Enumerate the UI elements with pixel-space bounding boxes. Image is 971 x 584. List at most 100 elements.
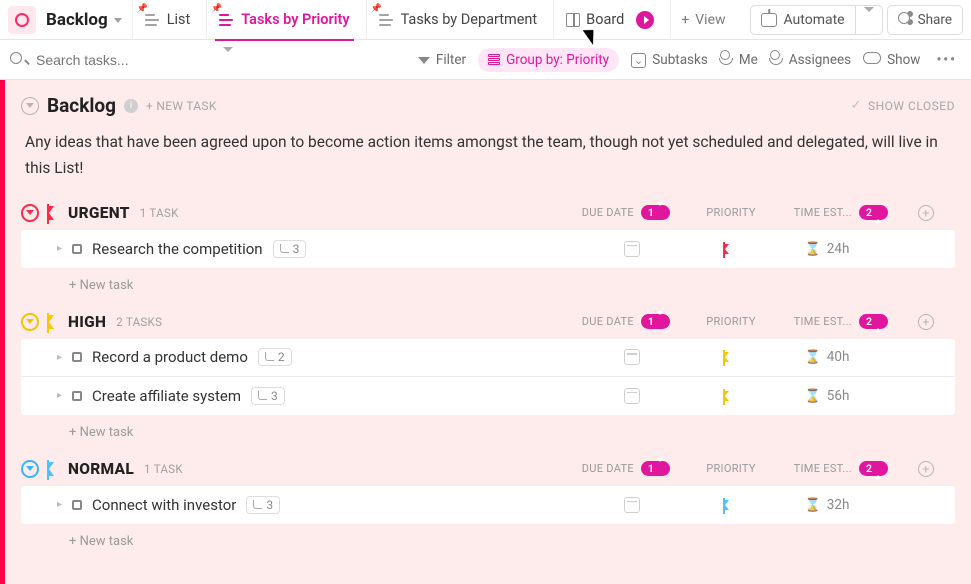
add-column[interactable]: + [911, 205, 941, 221]
column-due-date[interactable]: DUE DATE 1 [571, 205, 681, 220]
show-closed-toggle[interactable]: SHOW CLOSED [851, 98, 955, 113]
status-icon[interactable] [72, 500, 82, 510]
column-due-date[interactable]: DUE DATE 1 [571, 461, 681, 476]
tab-tasks-by-department[interactable]: 📌 Tasks by Department [366, 0, 550, 40]
task-row[interactable]: ▸ Create affiliate system 3 56h [21, 377, 955, 415]
calendar-icon [624, 497, 640, 513]
tab-label: Tasks by Department [401, 11, 538, 28]
tab-tasks-by-priority[interactable]: 📌 Tasks by Priority [206, 0, 361, 40]
chevron-down-icon [223, 52, 233, 68]
check-icon [851, 98, 862, 113]
expand-subtasks[interactable]: ▸ [57, 499, 62, 510]
task-row[interactable]: ▸ Research the competition 3 24h [21, 230, 955, 268]
list-description: Any ideas that have been agreed upon to … [25, 129, 951, 182]
time-estimate-cell[interactable]: 32h [767, 497, 887, 513]
search-expand[interactable] [216, 48, 240, 72]
automate-dropdown[interactable] [856, 5, 883, 35]
column-priority[interactable]: PRIORITY [691, 315, 771, 328]
expand-subtasks[interactable]: ▸ [57, 390, 62, 401]
status-icon[interactable] [72, 244, 82, 254]
add-column[interactable]: + [911, 461, 941, 477]
add-column[interactable]: + [911, 314, 941, 330]
list-icon [379, 12, 395, 28]
search-input[interactable] [36, 52, 176, 68]
subtask-count[interactable]: 3 [251, 387, 285, 405]
share-button[interactable]: Share [887, 5, 963, 35]
priority-group: URGENT 1 TASK DUE DATE 1 PRIORITY TIME E… [21, 204, 955, 295]
expand-subtasks[interactable]: ▸ [57, 352, 62, 363]
app-logo[interactable] [8, 6, 36, 34]
due-date-cell[interactable] [577, 241, 687, 257]
time-estimate-cell[interactable]: 56h [767, 388, 887, 404]
sort-badge[interactable]: 2 [859, 314, 888, 329]
filter-button[interactable]: Filter [418, 52, 466, 68]
me-label: Me [739, 52, 758, 68]
column-priority[interactable]: PRIORITY [691, 206, 771, 219]
sort-badge[interactable]: 1 [641, 205, 670, 220]
more-menu[interactable]: ••• [932, 52, 961, 68]
list-header: Backlog i + NEW TASK SHOW CLOSED [21, 94, 955, 117]
priority-cell[interactable] [687, 500, 767, 510]
priority-cell[interactable] [687, 244, 767, 254]
folder-title[interactable]: Backlog [40, 10, 128, 30]
due-date-cell[interactable] [577, 497, 687, 513]
priority-cell[interactable] [687, 391, 767, 401]
collapse-group[interactable] [21, 313, 39, 331]
subtask-count[interactable]: 2 [258, 348, 292, 366]
tab-list[interactable]: 📌 List [132, 0, 203, 40]
list-icon [219, 12, 235, 28]
subtasks-label: Subtasks [652, 52, 708, 68]
task-name: Create affiliate system [92, 387, 241, 405]
show-button[interactable]: Show [863, 52, 920, 68]
assignees-button[interactable]: Assignees [770, 50, 851, 69]
task-name: Record a product demo [92, 348, 248, 366]
arrow-right-circle-icon[interactable] [636, 11, 654, 29]
group-header: URGENT 1 TASK DUE DATE 1 PRIORITY TIME E… [21, 204, 955, 222]
sort-badge[interactable]: 1 [641, 461, 670, 476]
column-time-estimate[interactable]: TIME EST... 2 [781, 461, 901, 476]
group-name: NORMAL [68, 460, 134, 478]
priority-cell[interactable] [687, 352, 767, 362]
sort-badge[interactable]: 2 [859, 205, 888, 220]
collapse-group[interactable] [21, 460, 39, 478]
status-icon[interactable] [72, 391, 82, 401]
new-task-inline[interactable]: + New task [21, 268, 955, 295]
due-date-cell[interactable] [577, 349, 687, 365]
stack-icon [488, 54, 500, 65]
funnel-icon [418, 52, 430, 68]
status-icon[interactable] [72, 352, 82, 362]
sort-badge[interactable]: 2 [859, 461, 888, 476]
task-row[interactable]: ▸ Connect with investor 3 32h [21, 486, 955, 524]
list-icon [145, 12, 161, 28]
add-view-button[interactable]: + View [670, 0, 735, 40]
column-time-estimate[interactable]: TIME EST... 2 [781, 314, 901, 329]
automate-button[interactable]: Automate [750, 5, 855, 35]
task-row[interactable]: ▸ Record a product demo 2 40h [21, 339, 955, 377]
due-date-cell[interactable] [577, 388, 687, 404]
collapse-group[interactable] [21, 204, 39, 222]
plus-icon: + [681, 12, 689, 28]
new-task-inline[interactable]: + New task [21, 524, 955, 551]
time-estimate-cell[interactable]: 40h [767, 349, 887, 365]
subtask-count[interactable]: 3 [246, 496, 280, 514]
column-priority[interactable]: PRIORITY [691, 462, 771, 475]
expand-subtasks[interactable]: ▸ [57, 243, 62, 254]
search-icon[interactable] [10, 52, 28, 68]
new-task-button[interactable]: + NEW TASK [146, 99, 217, 113]
eye-icon [863, 52, 881, 68]
new-task-inline[interactable]: + New task [21, 415, 955, 442]
column-time-estimate[interactable]: TIME EST... 2 [781, 205, 901, 220]
view-bar: Backlog 📌 List 📌 Tasks by Priority 📌 Tas… [0, 0, 971, 40]
plus-icon: + [918, 314, 934, 330]
tab-label: Tasks by Priority [241, 11, 349, 28]
sort-badge[interactable]: 1 [641, 314, 670, 329]
group-by-pill[interactable]: Group by: Priority [478, 48, 619, 72]
subtask-count[interactable]: 3 [273, 240, 307, 258]
collapse-list[interactable] [21, 97, 39, 115]
info-icon[interactable]: i [124, 99, 138, 113]
time-estimate-cell[interactable]: 24h [767, 241, 887, 257]
tab-board[interactable]: Board [553, 0, 666, 40]
me-button[interactable]: Me [720, 50, 758, 69]
column-due-date[interactable]: DUE DATE 1 [571, 314, 681, 329]
subtasks-button[interactable]: Subtasks [631, 52, 708, 68]
